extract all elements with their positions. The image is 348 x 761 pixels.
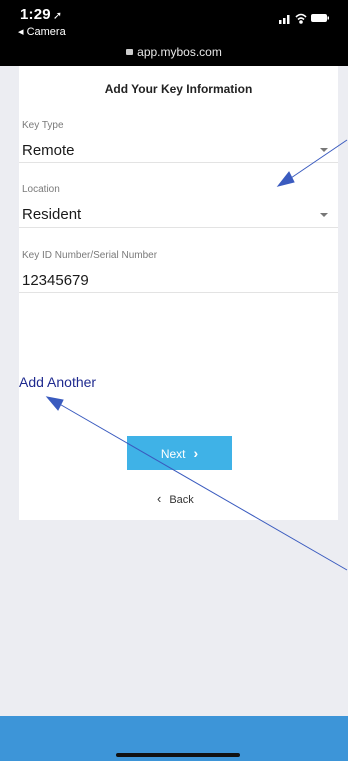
address-bar[interactable]: app.mybos.com	[0, 45, 348, 59]
page-title: Add Your Key Information	[104, 82, 253, 96]
status-time: 1:29 ➚	[20, 6, 62, 23]
back-label: Back	[169, 494, 194, 506]
status-bar: 1:29 ➚ ◂ Camera app.mybos.com	[0, 0, 348, 66]
key-type-label: Key Type	[22, 120, 64, 131]
key-id-input[interactable]: 12345679	[22, 272, 89, 289]
home-indicator[interactable]	[116, 753, 240, 757]
key-type-select[interactable]: Remote	[22, 142, 75, 159]
back-button[interactable]: ‹ Back	[157, 491, 194, 506]
key-id-label: Key ID Number/Serial Number	[22, 250, 158, 261]
caret-down-icon[interactable]	[320, 148, 328, 152]
key-info-card: Add Your Key Information Key Type Remote…	[19, 66, 338, 520]
signal-bars-icon	[279, 15, 290, 24]
wifi-icon	[295, 13, 307, 24]
url-text: app.mybos.com	[137, 45, 222, 59]
next-label: Next	[160, 447, 186, 461]
divider	[19, 292, 338, 293]
add-another-link[interactable]: Add Another	[19, 374, 96, 390]
divider	[19, 227, 338, 228]
back-to-camera-link[interactable]: ◂ Camera	[18, 25, 66, 38]
location-arrow-icon: ➚	[52, 10, 63, 22]
chevron-left-icon: ‹	[157, 491, 162, 506]
next-button[interactable]: Next ›	[127, 436, 232, 470]
lock-icon	[126, 49, 134, 55]
battery-icon	[311, 14, 329, 22]
location-select[interactable]: Resident	[22, 206, 81, 223]
chevron-right-icon: ›	[193, 445, 199, 461]
clock-text: 1:29	[20, 6, 51, 23]
divider	[19, 162, 338, 163]
caret-down-icon[interactable]	[320, 213, 328, 217]
bottom-bar	[0, 716, 348, 761]
location-label: Location	[22, 184, 60, 195]
status-icons	[279, 13, 329, 24]
